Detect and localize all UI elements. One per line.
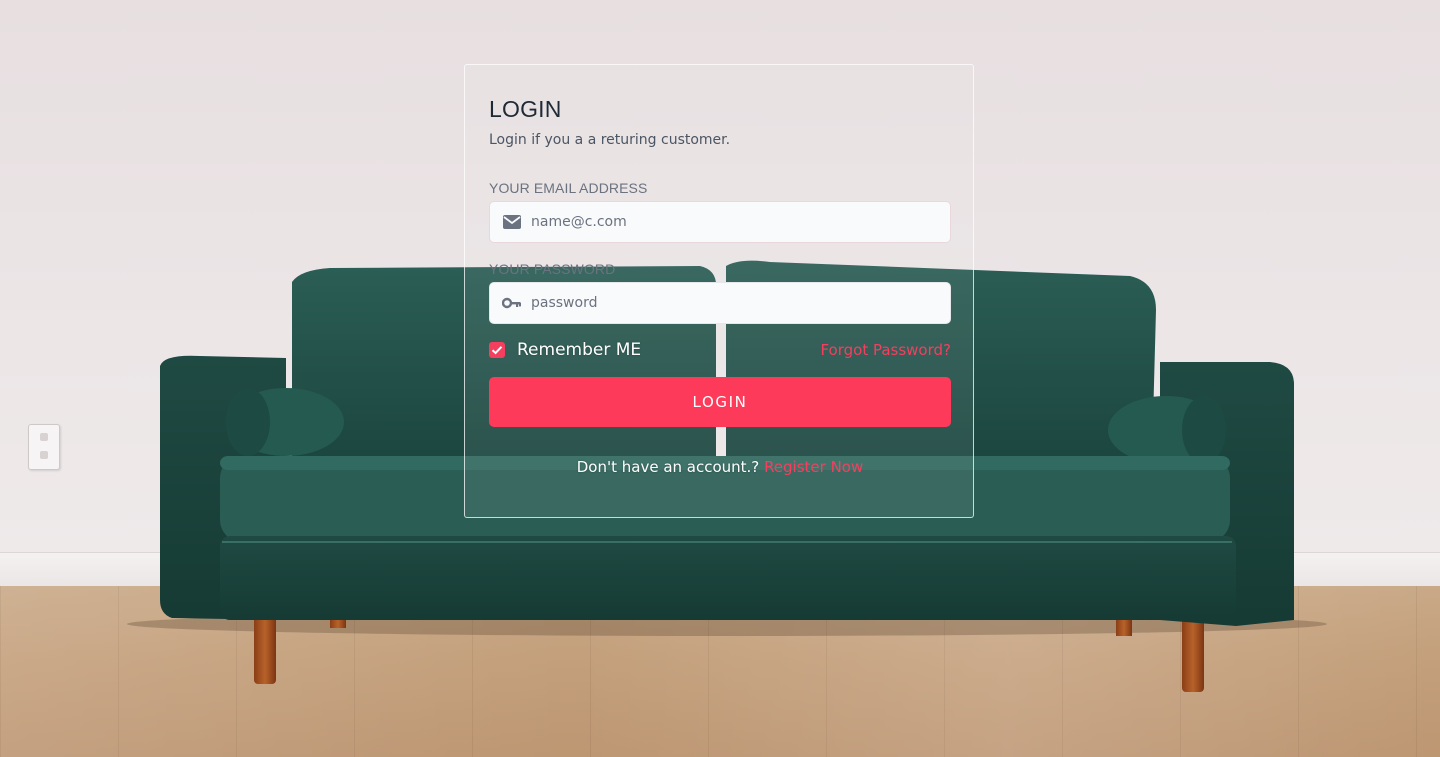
background-scene: LOGIN Login if you a a returing customer… xyxy=(0,0,1440,757)
password-field-wrapper xyxy=(489,282,951,324)
email-label: YOUR EMAIL ADDRESS xyxy=(489,180,648,196)
forgot-password-link[interactable]: Forgot Password? xyxy=(820,341,951,359)
checkmark-icon xyxy=(491,346,503,355)
remember-me-label: Remember ME xyxy=(517,340,642,360)
register-prompt: Don't have an account.? Register Now xyxy=(489,457,951,477)
email-input[interactable] xyxy=(531,203,931,241)
options-row: Remember ME Forgot Password? xyxy=(489,340,951,360)
key-icon xyxy=(501,292,523,314)
login-subtitle: Login if you a a returing customer. xyxy=(489,132,731,148)
envelope-icon xyxy=(501,211,523,233)
login-title: LOGIN xyxy=(489,96,562,122)
login-button[interactable]: LOGIN xyxy=(489,377,951,427)
remember-checkbox[interactable] xyxy=(489,342,505,358)
register-now-link[interactable]: Register Now xyxy=(764,458,863,476)
remember-me-toggle[interactable]: Remember ME xyxy=(489,340,641,360)
password-input[interactable] xyxy=(531,284,931,322)
email-field-wrapper xyxy=(489,201,951,243)
login-card: LOGIN Login if you a a returing customer… xyxy=(464,64,974,518)
password-label: YOUR PASSWORD xyxy=(489,261,616,277)
register-question: Don't have an account.? xyxy=(576,458,760,476)
